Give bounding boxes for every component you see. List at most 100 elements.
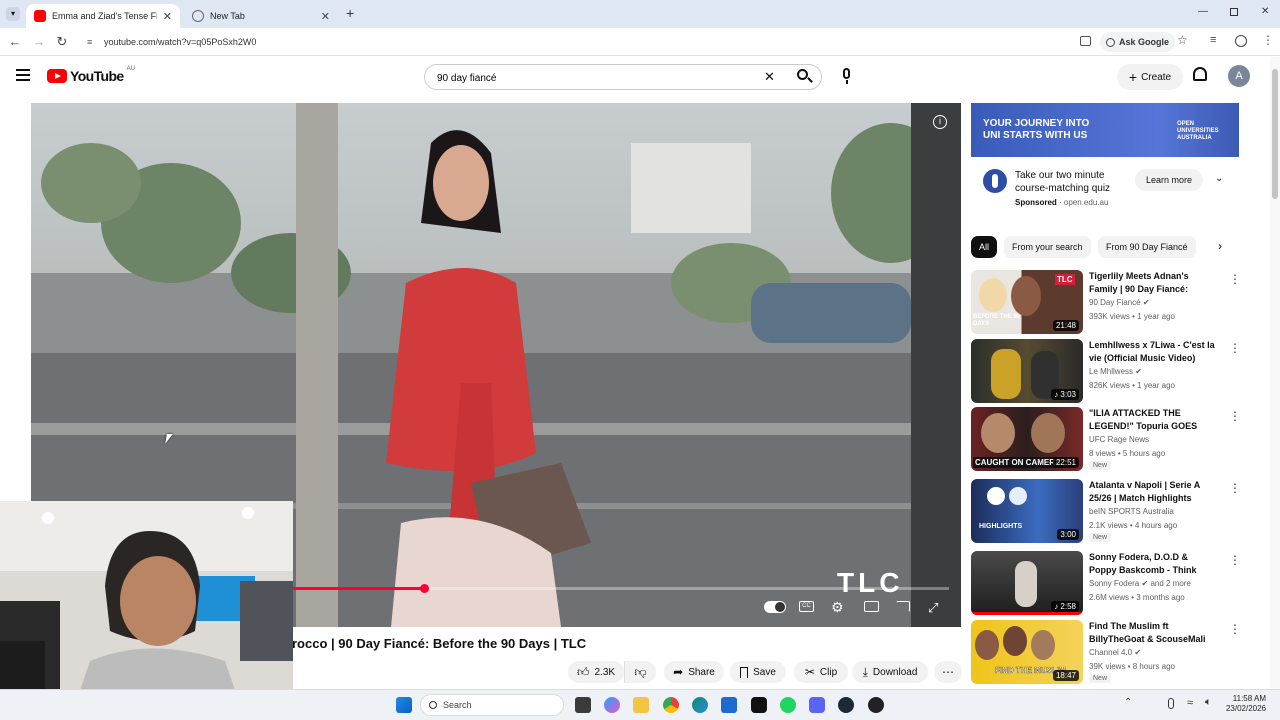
ad-banner-image[interactable]: YOUR JOURNEY INTO UNI STARTS WITH US OPE… <box>971 103 1239 157</box>
ad-headline[interactable]: Take our two minute course-matching quiz <box>1015 169 1131 195</box>
video-title-link[interactable]: Tigerlily Meets Adnan's Family | 90 Day … <box>1089 270 1217 297</box>
youtube-logo[interactable]: YouTube AU <box>47 66 135 84</box>
voice-search-button[interactable] <box>834 63 860 89</box>
settings-gear-icon[interactable]: ⚙ <box>831 599 844 616</box>
chips-next-chevron-icon[interactable]: › <box>1218 239 1222 253</box>
captions-icon[interactable]: CC <box>799 601 814 612</box>
download-button[interactable]: ⤓ Download <box>852 661 928 683</box>
channel-name[interactable]: 90 Day Fiancé ✔ <box>1089 298 1150 307</box>
tab-active[interactable]: Emma and Ziad's Tense First M ✕ <box>26 4 180 28</box>
learn-more-button[interactable]: Learn more <box>1135 169 1203 191</box>
avatar[interactable]: A <box>1228 65 1250 87</box>
new-tab-plus-icon[interactable]: + <box>346 5 354 21</box>
ask-google-button[interactable]: Ask Google <box>1100 32 1176 52</box>
video-thumbnail[interactable]: CAUGHT ON CAMERA 22:51 <box>971 407 1083 471</box>
site-info-icon[interactable]: ≡ <box>87 31 92 53</box>
address-bar[interactable]: ≡ youtube.com/watch?v=q05PoSxh2W0 <box>80 31 1080 53</box>
info-icon[interactable]: i <box>933 115 947 129</box>
list-item[interactable]: HIGHLIGHTS 3:00 Atalanta v Napoli | Seri… <box>971 479 1261 543</box>
copilot-icon[interactable] <box>604 697 620 713</box>
back-arrow-icon[interactable]: ← <box>7 34 23 50</box>
install-app-icon[interactable] <box>1080 36 1091 46</box>
scrollbar-thumb[interactable] <box>1272 69 1278 199</box>
video-thumbnail[interactable]: FIND THE MUSLIM 18:47 <box>971 620 1083 684</box>
chip-all[interactable]: All <box>971 236 998 258</box>
list-item[interactable]: ♪ 3:03 Lemhllwess x 7Liwa - C'est la vie… <box>971 339 1261 403</box>
more-options-icon[interactable]: ⋮ <box>1229 622 1241 636</box>
page-scrollbar[interactable] <box>1270 57 1280 689</box>
channel-name[interactable]: Sonny Fodera ✔ and 2 more <box>1089 579 1191 588</box>
chrome-icon[interactable] <box>663 697 679 713</box>
tab-new-tab[interactable]: New Tab ✕ <box>184 4 338 28</box>
list-item[interactable]: FIND THE MUSLIM 18:47 Find The Muslim ft… <box>971 620 1261 684</box>
miniplayer-icon[interactable] <box>864 601 879 612</box>
search-button[interactable] <box>788 64 822 90</box>
windows-start-icon[interactable] <box>396 697 412 713</box>
more-options-icon[interactable]: ⋮ <box>1229 553 1241 567</box>
minimize-window-icon[interactable]: — <box>1198 6 1208 17</box>
profile-icon[interactable] <box>1235 35 1247 47</box>
file-explorer-icon[interactable] <box>633 697 649 713</box>
create-button[interactable]: + Create <box>1117 64 1183 90</box>
more-actions-button[interactable]: ⋯ <box>934 661 962 683</box>
video-thumbnail[interactable]: HIGHLIGHTS 3:00 <box>971 479 1083 543</box>
dislike-button[interactable]: 👎︎ <box>624 661 656 683</box>
volume-icon[interactable]: 🔈︎ <box>1205 696 1212 709</box>
like-button[interactable]: 👍︎ 2.3K <box>568 661 624 683</box>
video-thumbnail[interactable]: ♪ 3:03 <box>971 339 1083 403</box>
reading-list-icon[interactable]: ≡ <box>1210 34 1216 46</box>
cast-icon[interactable] <box>896 601 910 612</box>
channel-name[interactable]: beIN SPORTS Australia <box>1089 507 1174 516</box>
hamburger-menu-icon[interactable] <box>16 69 30 81</box>
chip-from-90-day-fiance[interactable]: From 90 Day Fiancé <box>1098 236 1196 258</box>
spotify-icon[interactable] <box>780 697 796 713</box>
share-button[interactable]: ➦ Share <box>664 661 724 683</box>
edge-icon[interactable] <box>692 697 708 713</box>
wifi-icon[interactable]: ≈ <box>1187 697 1193 709</box>
browser-menu-icon[interactable]: ⋮ <box>1262 33 1274 47</box>
close-window-icon[interactable]: ✕ <box>1261 6 1269 17</box>
fullscreen-icon[interactable]: ⤢ <box>928 600 938 616</box>
more-options-icon[interactable]: ⋮ <box>1229 481 1241 495</box>
discord-icon[interactable] <box>809 697 825 713</box>
sponsored-ad-card[interactable]: YOUR JOURNEY INTO UNI STARTS WITH US OPE… <box>971 103 1239 219</box>
video-title-link[interactable]: Atalanta v Napoli | Serie A 25/26 | Matc… <box>1089 479 1217 505</box>
mic-tray-icon[interactable] <box>1168 698 1174 709</box>
autoplay-toggle[interactable] <box>764 601 786 613</box>
forward-arrow-icon[interactable]: → <box>31 34 47 50</box>
list-item[interactable]: TLC BEFORE THE 90 DAYS 21:48 Tigerlily M… <box>971 270 1261 334</box>
list-item[interactable]: CAUGHT ON CAMERA 22:51 "ILIA ATTACKED TH… <box>971 407 1261 471</box>
expand-chevron-icon[interactable]: ⌄ <box>1215 173 1223 184</box>
video-title-link[interactable]: "ILIA ATTACKED THE LEGEND!" Topuria GOES… <box>1089 407 1217 434</box>
clear-search-icon[interactable]: ✕ <box>764 69 775 85</box>
reload-icon[interactable]: ↻ <box>54 34 70 50</box>
system-tray-chevron-icon[interactable]: ⌃ <box>1124 697 1132 708</box>
notifications-bell-icon[interactable] <box>1193 67 1207 81</box>
channel-name[interactable]: UFC Rage News <box>1089 435 1149 444</box>
more-options-icon[interactable]: ⋮ <box>1229 272 1241 286</box>
restore-window-icon[interactable] <box>1230 8 1238 16</box>
bookmark-star-icon[interactable]: ☆ <box>1177 33 1188 47</box>
channel-name[interactable]: Channel 4.0 ✔ <box>1089 648 1141 657</box>
task-view-icon[interactable] <box>575 697 591 713</box>
progress-scrubber-handle[interactable] <box>419 584 429 593</box>
video-thumbnail[interactable]: ♪ 2:58 <box>971 551 1083 615</box>
more-options-icon[interactable]: ⋮ <box>1229 409 1241 423</box>
tiktok-icon[interactable] <box>751 697 767 713</box>
clock[interactable]: 11:58 AM 23/02/2026 <box>1222 694 1266 714</box>
store-icon[interactable] <box>721 697 737 713</box>
steam-icon[interactable] <box>838 697 854 713</box>
close-tab-icon[interactable]: ✕ <box>321 10 330 23</box>
recording-app-icon[interactable] <box>868 697 884 713</box>
tab-list-dropdown-icon[interactable]: ▾ <box>6 7 20 21</box>
chip-from-your-search[interactable]: From your search <box>1004 236 1091 258</box>
video-title-link[interactable]: Find The Muslim ft BillyTheGoat & Scouse… <box>1089 620 1217 646</box>
video-thumbnail[interactable]: TLC BEFORE THE 90 DAYS 21:48 <box>971 270 1083 334</box>
video-title-link[interactable]: Sonny Fodera, D.O.D & Poppy Baskcomb - T… <box>1089 551 1217 578</box>
clip-button[interactable]: ✂ Clip <box>794 661 848 683</box>
video-title-link[interactable]: Lemhllwess x 7Liwa - C'est la vie (Offic… <box>1089 339 1217 365</box>
close-tab-icon[interactable]: ✕ <box>163 10 172 23</box>
search-input[interactable] <box>425 65 785 89</box>
save-button[interactable]: Save <box>730 661 786 683</box>
more-options-icon[interactable]: ⋮ <box>1229 341 1241 355</box>
